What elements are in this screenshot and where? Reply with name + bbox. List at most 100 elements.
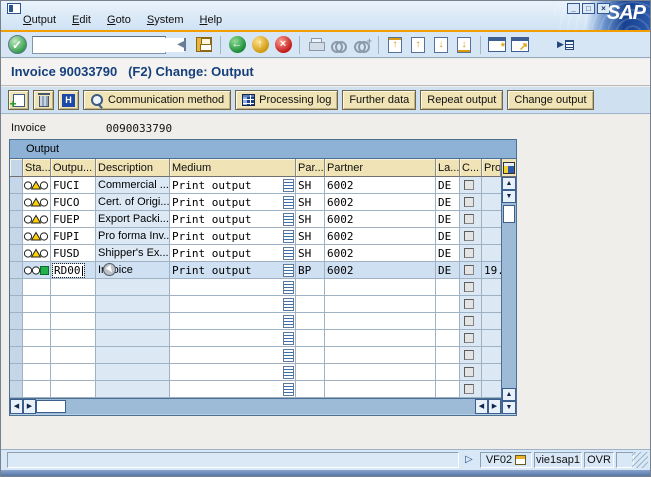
cancel-button[interactable]: × [273, 35, 293, 55]
vertical-scroll-thumb[interactable] [503, 205, 515, 223]
partner-role-cell[interactable]: SH [296, 228, 325, 245]
menu-edit[interactable]: Edit [72, 14, 91, 26]
language-cell[interactable] [436, 279, 460, 296]
dropdown-icon[interactable] [283, 281, 294, 294]
horizontal-scroll-track[interactable] [66, 399, 475, 414]
medium-cell[interactable] [170, 381, 296, 398]
language-cell[interactable]: DE [436, 211, 460, 228]
row-selector[interactable] [10, 347, 23, 364]
vertical-scroll-track[interactable] [502, 225, 516, 388]
row-selector[interactable] [10, 211, 23, 228]
medium-cell[interactable] [170, 330, 296, 347]
focused-value[interactable]: RD00 [53, 264, 84, 277]
output-type-cell[interactable]: FUSD [51, 245, 96, 262]
partner-cell[interactable] [325, 296, 436, 313]
table-row[interactable]: FUCO Cert. of Origi... Print output SH 6… [10, 194, 501, 211]
minimize-button[interactable]: _ [567, 3, 580, 14]
output-type-cell[interactable]: FUCO [51, 194, 96, 211]
maximize-button[interactable]: □ [582, 3, 595, 14]
insert-output-button[interactable] [8, 90, 29, 110]
language-cell[interactable]: DE [436, 194, 460, 211]
table-row-selected[interactable]: RD00 Invoice Print output BP 6002 DE 19. [10, 262, 501, 279]
scroll-left-button[interactable]: ◀ [475, 399, 488, 414]
partner-cell[interactable] [325, 347, 436, 364]
processing-log-button[interactable]: Processing log [235, 90, 338, 110]
comm-checkbox[interactable] [464, 316, 474, 326]
row-selector[interactable] [10, 381, 23, 398]
command-input[interactable] [33, 38, 184, 52]
row-selector[interactable] [10, 228, 23, 245]
medium-cell[interactable]: Print output [170, 228, 296, 245]
partner-role-cell[interactable] [296, 381, 325, 398]
print-button[interactable] [306, 35, 326, 55]
comm-checkbox[interactable] [464, 384, 474, 394]
language-cell[interactable] [436, 296, 460, 313]
find-button[interactable] [329, 35, 349, 55]
table-row[interactable]: FUSD Shipper's Ex... Print output SH 600… [10, 245, 501, 262]
partner-role-cell[interactable]: SH [296, 245, 325, 262]
output-type-cell[interactable]: FUPI [51, 228, 96, 245]
language-cell[interactable] [436, 381, 460, 398]
comm-checkbox[interactable] [464, 282, 474, 292]
comm-checkbox[interactable] [464, 248, 474, 258]
row-selector[interactable] [10, 330, 23, 347]
save-button[interactable] [194, 35, 214, 55]
partner-cell[interactable] [325, 381, 436, 398]
language-cell[interactable] [436, 364, 460, 381]
header-details-button[interactable]: H [58, 90, 79, 110]
column-header-comm[interactable]: C... [460, 159, 482, 177]
horizontal-scroll-thumb[interactable] [36, 400, 66, 413]
column-header-output-type[interactable]: Outpu... [51, 159, 96, 177]
dropdown-icon[interactable] [283, 383, 294, 396]
partner-role-cell[interactable] [296, 347, 325, 364]
row-selector[interactable] [10, 364, 23, 381]
scroll-down-button[interactable]: ▼ [502, 190, 516, 203]
medium-cell[interactable]: Print output [170, 262, 296, 279]
partner-cell[interactable]: 6002 [325, 194, 436, 211]
output-type-cell-focused[interactable]: RD00 [51, 262, 96, 279]
scroll-left-button[interactable]: ◀ [10, 399, 23, 414]
output-type-cell[interactable] [51, 347, 96, 364]
comm-checkbox[interactable] [464, 299, 474, 309]
comm-checkbox[interactable] [464, 350, 474, 360]
output-type-cell[interactable] [51, 296, 96, 313]
comm-checkbox[interactable] [464, 197, 474, 207]
previous-page-button[interactable]: ↑ [408, 35, 428, 55]
dropdown-icon[interactable] [283, 213, 294, 226]
column-header-description[interactable]: Description [96, 159, 170, 177]
collapse-command-button[interactable]: ◀ [171, 35, 191, 55]
select-all-header[interactable] [10, 159, 23, 177]
medium-cell[interactable]: Print output [170, 245, 296, 262]
comm-checkbox[interactable] [464, 265, 474, 275]
further-data-button[interactable]: Further data [342, 90, 416, 110]
partner-role-cell[interactable]: SH [296, 211, 325, 228]
layout-menu-button[interactable]: ▶ [557, 39, 574, 50]
output-type-cell[interactable] [51, 364, 96, 381]
menu-output[interactable]: Output [23, 14, 56, 26]
last-page-button[interactable]: ↓ [454, 35, 474, 55]
table-row[interactable]: FUEP Export Packi... Print output SH 600… [10, 211, 501, 228]
comm-checkbox[interactable] [464, 367, 474, 377]
exit-button[interactable]: ↑ [250, 35, 270, 55]
comm-checkbox[interactable] [464, 214, 474, 224]
enter-button[interactable]: ✓ [7, 35, 27, 55]
table-row[interactable]: FUCI Commercial ... Print output SH 6002… [10, 177, 501, 194]
partner-cell[interactable]: 6002 [325, 228, 436, 245]
table-row-empty[interactable] [10, 381, 501, 398]
scroll-down-button[interactable]: ▼ [502, 401, 516, 414]
table-row-empty[interactable] [10, 279, 501, 296]
table-row-empty[interactable] [10, 330, 501, 347]
table-row-empty[interactable] [10, 313, 501, 330]
dropdown-icon[interactable] [283, 332, 294, 345]
output-type-cell[interactable] [51, 330, 96, 347]
delete-output-button[interactable] [33, 90, 54, 110]
language-cell[interactable]: DE [436, 245, 460, 262]
dropdown-icon[interactable] [283, 349, 294, 362]
comm-checkbox[interactable] [464, 333, 474, 343]
partner-role-cell[interactable] [296, 279, 325, 296]
dropdown-icon[interactable] [283, 230, 294, 243]
comm-checkbox[interactable] [464, 231, 474, 241]
menu-goto[interactable]: Goto [107, 14, 131, 26]
row-selector[interactable] [10, 245, 23, 262]
medium-cell[interactable] [170, 296, 296, 313]
